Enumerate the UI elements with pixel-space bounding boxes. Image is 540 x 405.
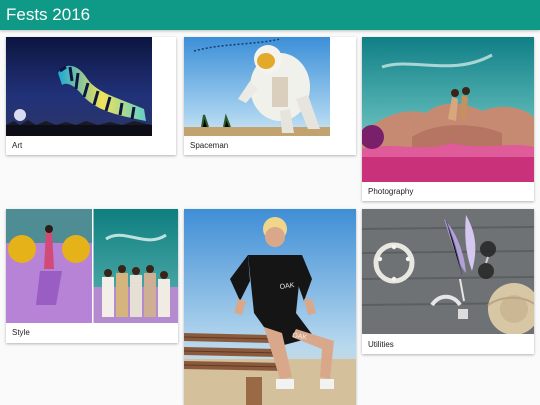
card-label-utilities: Utilities — [368, 340, 394, 349]
card-image-portrait: OAK OAK — [184, 209, 356, 405]
card-style[interactable]: Style — [6, 209, 178, 343]
card-label-photography: Photography — [368, 187, 414, 196]
card-label-style: Style — [12, 328, 30, 337]
card-image-spaceman — [184, 37, 330, 136]
app-bar: Fests 2016 — [0, 0, 540, 30]
app-title: Fests 2016 — [6, 5, 91, 24]
card-utilities[interactable]: Utilities — [362, 209, 534, 354]
card-label-art: Art — [12, 141, 23, 150]
card-image-photography — [362, 37, 534, 182]
card-image-style — [6, 209, 178, 323]
card-spaceman[interactable]: Spaceman — [184, 37, 356, 155]
card-label-spaceman: Spaceman — [190, 141, 229, 150]
card-image-utilities — [362, 209, 534, 334]
card-photography[interactable]: Photography — [362, 37, 534, 201]
card-art[interactable]: Art — [6, 37, 176, 155]
card-image-art — [6, 37, 152, 136]
card-portrait[interactable]: OAK OAK — [184, 209, 356, 405]
